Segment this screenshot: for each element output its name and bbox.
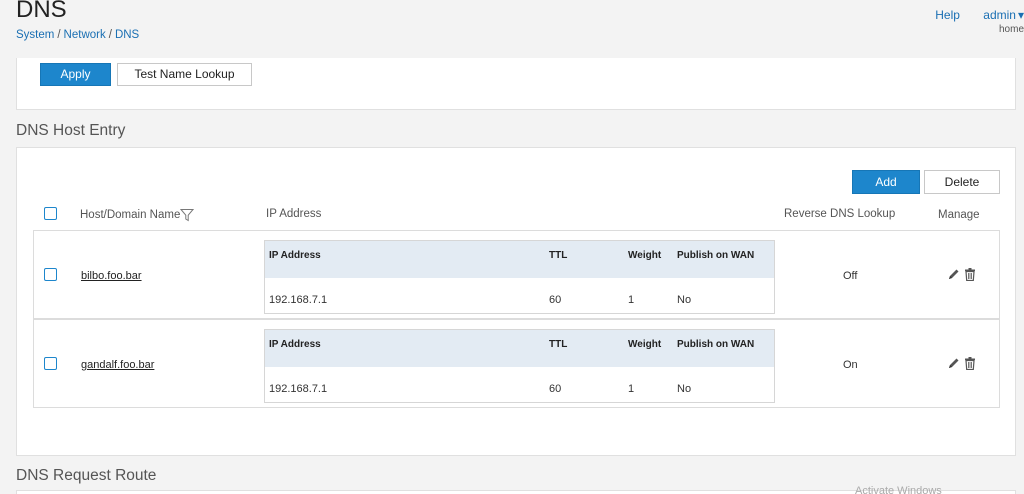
page-title: DNS <box>16 0 67 23</box>
dns-request-route-title: DNS Request Route <box>16 467 157 484</box>
pencil-icon[interactable] <box>947 268 960 281</box>
host-link[interactable]: bilbo.foo.bar <box>81 270 142 282</box>
reverse-dns-value: Off <box>843 270 858 282</box>
activate-windows-watermark: Activate Windows <box>855 485 942 494</box>
chevron-down-icon[interactable]: ▾ <box>1018 8 1024 22</box>
help-link[interactable]: Help <box>935 8 960 22</box>
subtable-header-weight: Weight <box>628 250 662 261</box>
manage-actions <box>947 268 981 282</box>
column-header-reverse-dns: Reverse DNS Lookup <box>784 208 896 220</box>
ttl-value: 60 <box>549 383 562 395</box>
subtable-header: IP Address TTL Weight Publish on WAN <box>265 330 774 367</box>
table-row: bilbo.foo.bar IP Address TTL Weight Publ… <box>33 230 1000 319</box>
ip-subtable: IP Address TTL Weight Publish on WAN 192… <box>264 240 775 314</box>
breadcrumb-network[interactable]: Network <box>64 29 106 41</box>
subtable-header-weight: Weight <box>628 339 662 350</box>
subtable-header-publish: Publish on WAN <box>677 339 755 350</box>
user-menu[interactable]: admin <box>983 8 1016 22</box>
filter-icon[interactable] <box>179 208 195 222</box>
home-link[interactable]: home <box>999 24 1024 35</box>
row-checkbox[interactable] <box>44 268 57 281</box>
publish-value: No <box>677 383 692 395</box>
select-all-checkbox[interactable] <box>44 207 57 220</box>
weight-value: 1 <box>628 383 635 395</box>
ttl-value: 60 <box>549 294 562 306</box>
ip-subtable: IP Address TTL Weight Publish on WAN 192… <box>264 329 775 403</box>
trash-icon[interactable] <box>964 268 976 281</box>
column-header-host[interactable]: Host/Domain Name <box>80 209 180 221</box>
ip-value: 192.168.7.1 <box>269 383 328 395</box>
pencil-icon[interactable] <box>947 357 960 370</box>
top-right-links: Help admin ▾ <box>915 8 1024 22</box>
reverse-dns-value: On <box>843 359 858 371</box>
dns-host-entry-title: DNS Host Entry <box>16 122 126 139</box>
breadcrumb-system[interactable]: System <box>16 29 54 41</box>
column-header-ip: IP Address <box>266 208 322 220</box>
ip-value: 192.168.7.1 <box>269 294 328 306</box>
subtable-header: IP Address TTL Weight Publish on WAN <box>265 241 774 278</box>
breadcrumb-dns[interactable]: DNS <box>115 29 139 41</box>
table-row: gandalf.foo.bar IP Address TTL Weight Pu… <box>33 319 1000 408</box>
subtable-header-ttl: TTL <box>549 250 568 261</box>
host-link[interactable]: gandalf.foo.bar <box>81 359 154 371</box>
weight-value: 1 <box>628 294 635 306</box>
publish-value: No <box>677 294 692 306</box>
subtable-header-publish: Publish on WAN <box>677 250 755 261</box>
subtable-header-ip: IP Address <box>269 250 321 261</box>
row-checkbox[interactable] <box>44 357 57 370</box>
subtable-header-ip: IP Address <box>269 339 321 350</box>
breadcrumb-separator: / <box>57 29 61 41</box>
apply-button[interactable]: Apply <box>40 63 111 86</box>
delete-button[interactable]: Delete <box>924 170 1000 194</box>
breadcrumb: System / Network / DNS <box>16 29 139 41</box>
column-header-manage: Manage <box>938 209 980 221</box>
subtable-header-ttl: TTL <box>549 339 568 350</box>
manage-actions <box>947 357 981 371</box>
test-name-lookup-button[interactable]: Test Name Lookup <box>117 63 252 86</box>
add-button[interactable]: Add <box>852 170 920 194</box>
breadcrumb-separator: / <box>108 29 112 41</box>
trash-icon[interactable] <box>964 357 976 370</box>
